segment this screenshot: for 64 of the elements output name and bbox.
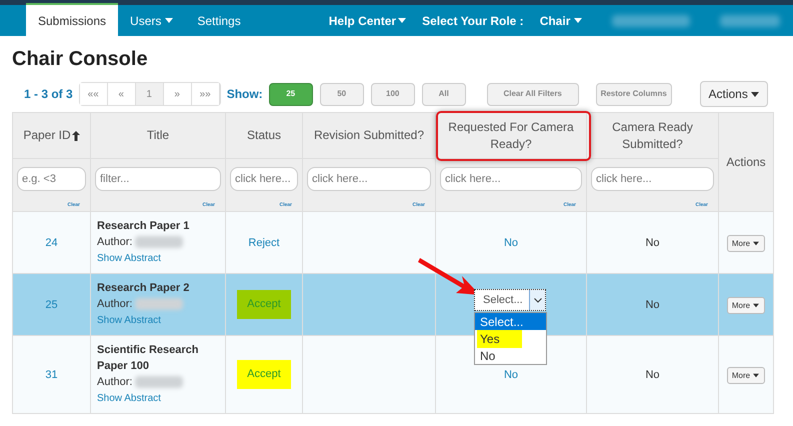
paper-id[interactable]: 31 (45, 369, 58, 382)
camera-ready-value: No (645, 237, 660, 250)
show-abstract-link[interactable]: Show Abstract (97, 393, 161, 404)
actions-button[interactable]: Actions (700, 81, 768, 107)
nav-tab[interactable]: Settings (185, 5, 253, 36)
show-label: Show: (226, 86, 263, 103)
camera-ready-value: No (645, 299, 660, 312)
paper-id[interactable]: 24 (45, 237, 58, 250)
restore-columns-button[interactable]: Restore Columns (596, 82, 672, 106)
paper-title: Research Paper 2 (97, 281, 190, 296)
paper-id[interactable]: 25 (45, 299, 58, 312)
page-size-button[interactable]: All (422, 82, 466, 106)
page-size-button[interactable]: 25 (268, 82, 313, 106)
role-menu[interactable]: Chair (532, 5, 590, 36)
page-title: Chair Console (12, 49, 149, 69)
status-label: Accept (237, 290, 291, 319)
caret-icon (574, 18, 582, 23)
author-label: Author: (97, 235, 132, 250)
redacted-name (135, 298, 184, 310)
filter-field[interactable]: filter... (95, 167, 221, 191)
pager-button[interactable]: «« (80, 83, 108, 105)
redacted-name (720, 14, 780, 26)
filter-field[interactable]: e.g. <3 (17, 167, 86, 191)
caret-icon (750, 92, 759, 96)
paper-title: Research Paper 1 (97, 219, 190, 234)
status-label: Reject (248, 237, 280, 250)
caret-icon (753, 304, 760, 308)
dropdown-option[interactable]: No (475, 347, 546, 364)
role-label: Select Your Role : (421, 12, 525, 30)
requested-value[interactable]: No (504, 369, 518, 382)
table-row[interactable]: 24 Research Paper 1 Author: Show Abstract Reject No No More (12, 212, 774, 274)
dropdown-option[interactable]: Select... (475, 313, 546, 330)
status-label: Accept (237, 360, 291, 389)
show-abstract-link[interactable]: Show Abstract (97, 253, 161, 264)
chevron-down-icon (534, 298, 542, 302)
filter-field[interactable]: click here... (307, 167, 431, 191)
filter-field[interactable]: click here... (591, 167, 714, 191)
nav-tab[interactable]: Submissions (26, 3, 118, 36)
more-button[interactable]: More (726, 297, 766, 314)
caret-icon (165, 18, 174, 23)
clear-filters-button[interactable]: Clear All Filters (486, 82, 579, 106)
requested-value[interactable]: No (504, 237, 518, 250)
column-header[interactable]: Paper ID (12, 112, 90, 158)
pager-button[interactable]: 1 (136, 83, 164, 105)
sort-up-icon (72, 130, 80, 141)
page-size-button[interactable]: 50 (320, 82, 364, 106)
author-label: Author: (97, 375, 132, 390)
nav-tab[interactable]: Users (118, 5, 186, 36)
show-abstract-link[interactable]: Show Abstract (97, 315, 161, 326)
camera-ready-value: No (645, 369, 660, 382)
filter-field[interactable]: click here... (230, 167, 298, 191)
more-button[interactable]: More (726, 235, 766, 252)
result-range: 1 - 3 of 3 (24, 86, 73, 103)
caret-icon (753, 374, 760, 378)
select-dropdown[interactable]: Select... (474, 289, 546, 311)
caret-icon (398, 18, 406, 23)
author-label: Author: (97, 297, 132, 312)
redacted-name (135, 236, 184, 248)
redacted-name (135, 376, 184, 388)
help-center-menu[interactable]: Help Center (320, 5, 414, 36)
caret-icon (753, 242, 760, 246)
page-size-button[interactable]: 100 (370, 82, 415, 106)
filter-field[interactable]: click here... (440, 167, 582, 191)
more-button[interactable]: More (726, 367, 766, 384)
